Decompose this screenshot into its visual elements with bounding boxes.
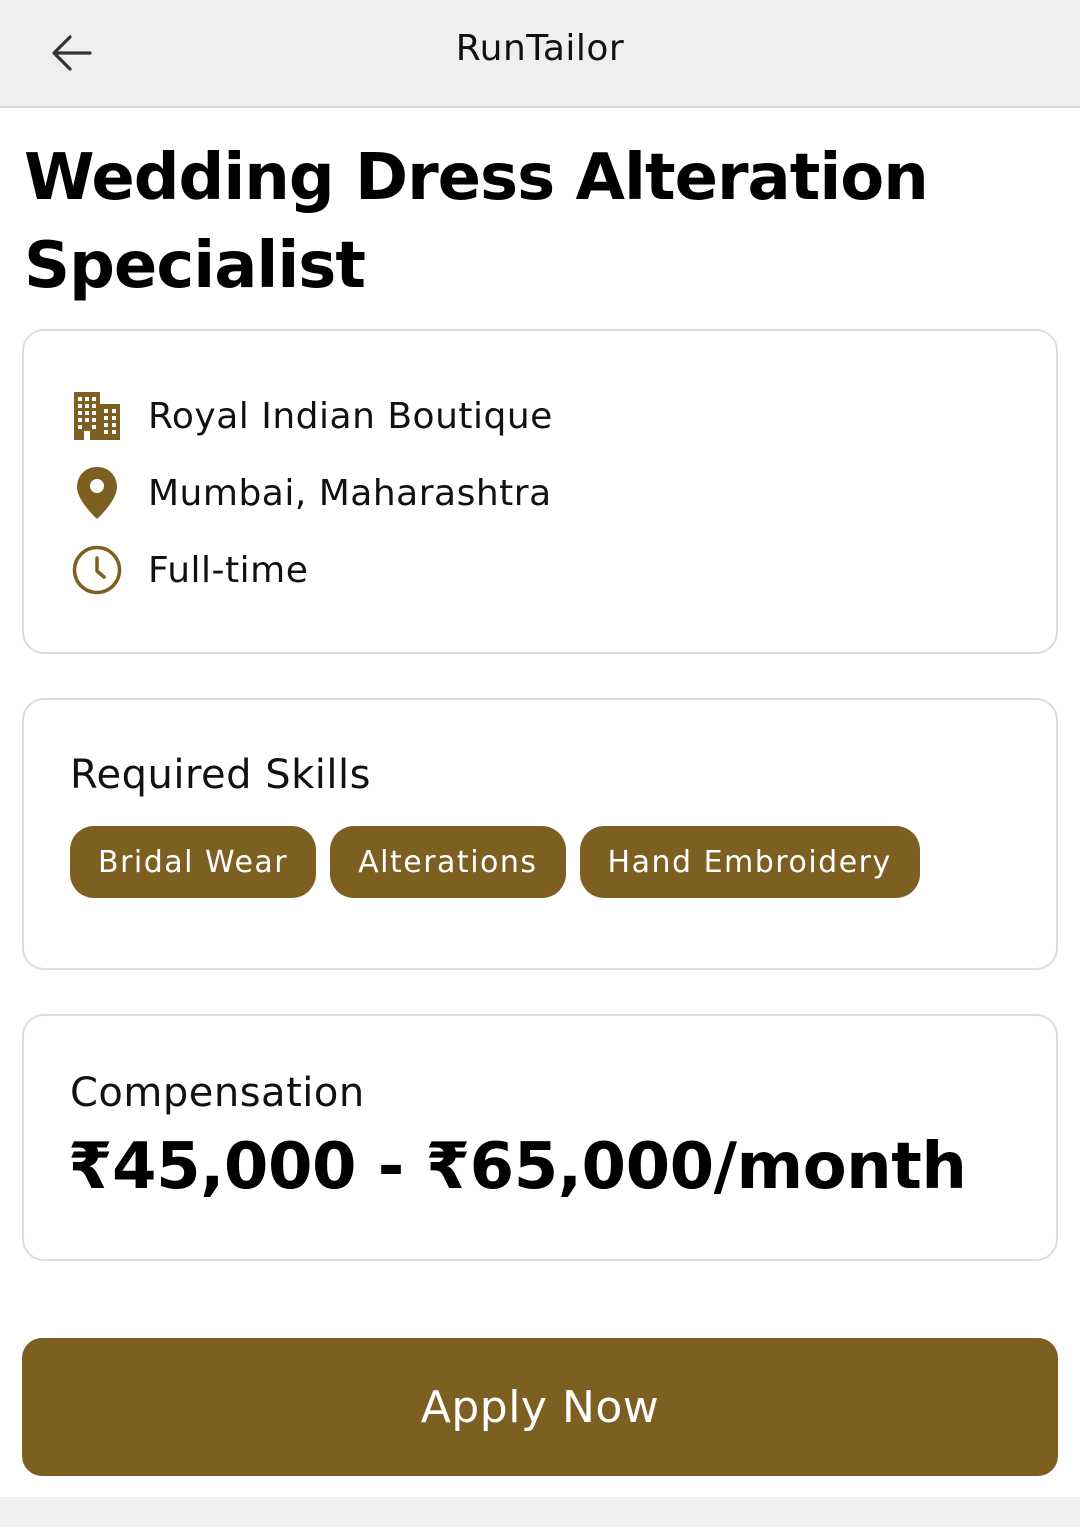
location-pin-icon [70, 463, 124, 523]
location-row: Mumbai, Maharashtra [70, 463, 552, 523]
skill-chip: Hand Embroidery [579, 826, 920, 898]
apply-now-button[interactable]: Apply Now [22, 1338, 1058, 1476]
skill-chip: Alterations [330, 826, 566, 898]
building-icon [70, 386, 124, 446]
skills-card: Required Skills Bridal Wear Alterations … [22, 698, 1058, 970]
compensation-heading: Compensation [70, 1070, 365, 1116]
job-title: Wedding Dress Alteration Specialist [24, 141, 929, 303]
skill-chip: Bridal Wear [70, 826, 317, 898]
job-detail-screen: RunTailor Wedding Dress Alteration Speci… [0, 0, 1080, 1527]
salary-range: ₹45,000 - ₹65,000/month [68, 1130, 967, 1204]
employment-type-row: Full-time [70, 540, 308, 600]
company-name: Royal Indian Boutique [148, 395, 553, 437]
skills-heading: Required Skills [70, 752, 371, 798]
compensation-card: Compensation ₹45,000 - ₹65,000/month [22, 1014, 1058, 1261]
clock-icon [70, 540, 124, 600]
employment-type: Full-time [148, 549, 309, 591]
top-app-bar: RunTailor [0, 0, 1080, 108]
skills-chip-list: Bridal Wear Alterations Hand Embroidery [70, 826, 920, 898]
app-title: RunTailor [455, 28, 625, 69]
bottom-system-bar [0, 1497, 1080, 1527]
job-info-card: Royal Indian Boutique Mumbai, Maharashtr… [22, 329, 1058, 654]
company-row: Royal Indian Boutique [70, 386, 553, 446]
job-location: Mumbai, Maharashtra [148, 472, 552, 514]
